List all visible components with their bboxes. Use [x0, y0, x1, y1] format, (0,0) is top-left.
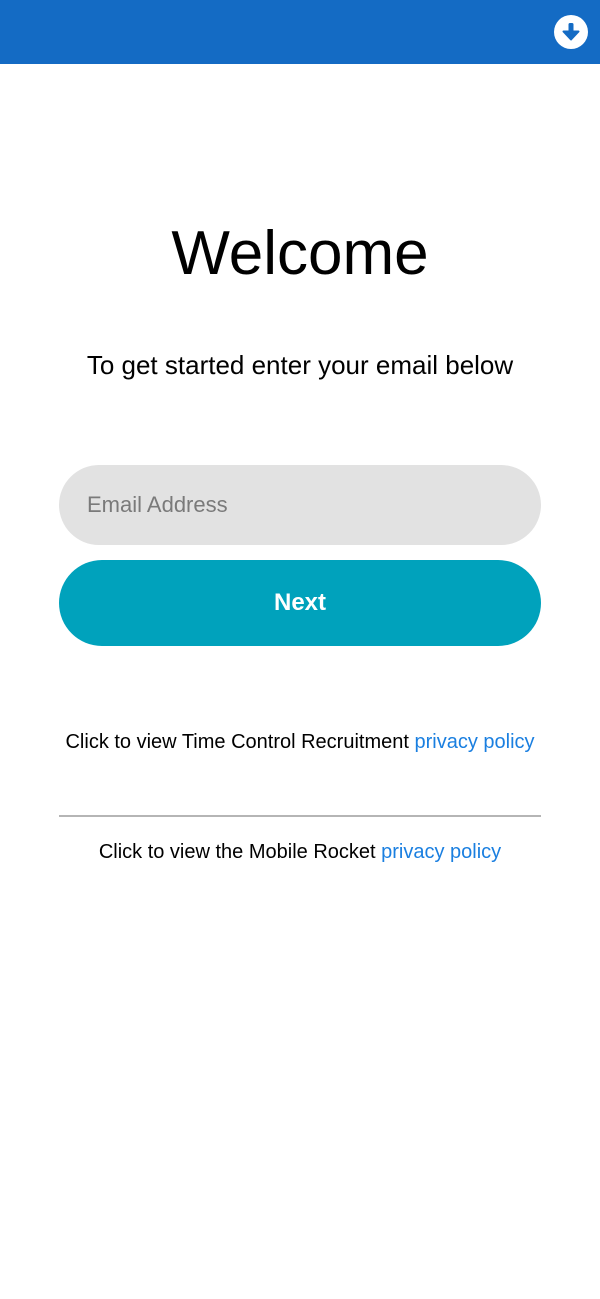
mobile-rocket-privacy-policy-link[interactable]: privacy policy: [381, 841, 501, 863]
recruitment-policy-text: Click to view Time Control Recruitment: [65, 731, 415, 753]
divider: [59, 815, 541, 817]
top-bar: [0, 0, 600, 64]
page-title: Welcome: [171, 219, 429, 288]
recruitment-privacy-policy-link[interactable]: privacy policy: [414, 731, 534, 753]
recruitment-policy-line: Click to view Time Control Recruitment p…: [0, 728, 600, 756]
email-field[interactable]: [59, 465, 541, 545]
mobile-rocket-policy-line: Click to view the Mobile Rocket privacy …: [0, 838, 600, 866]
arrow-down-circle-icon: [562, 23, 580, 41]
download-button[interactable]: [554, 15, 588, 49]
next-button[interactable]: Next: [59, 560, 541, 646]
login-page: Welcome To get started enter your email …: [0, 0, 600, 1299]
mobile-rocket-policy-text: Click to view the Mobile Rocket: [98, 841, 382, 863]
instruction-text: To get started enter your email below: [86, 350, 514, 380]
